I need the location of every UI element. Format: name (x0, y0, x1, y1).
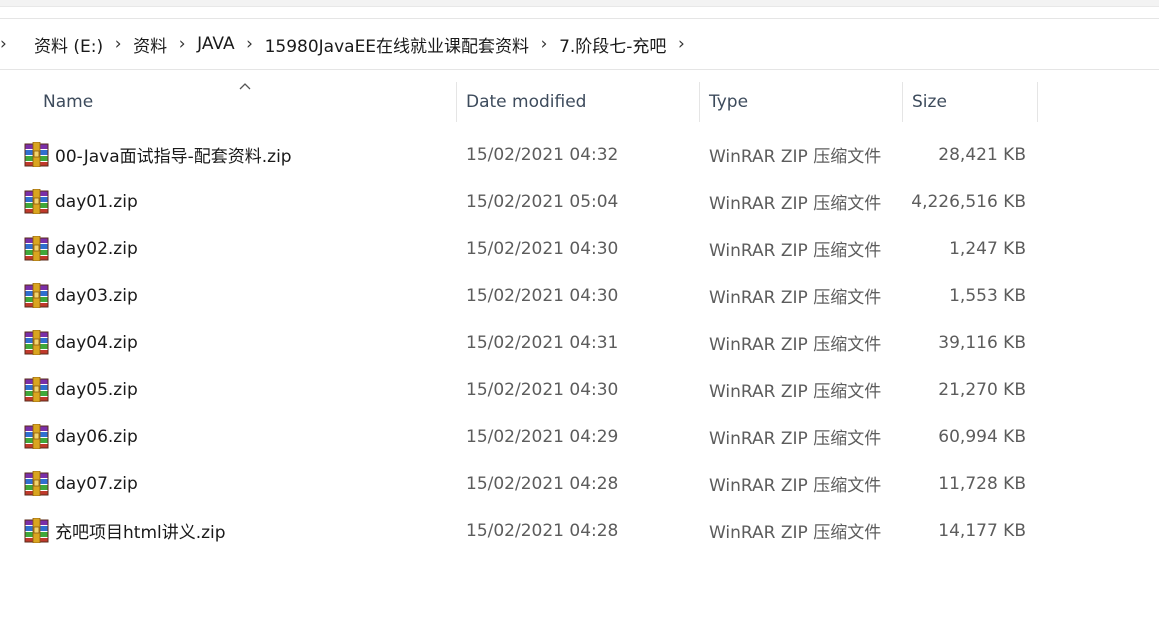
file-type: WinRAR ZIP 压缩文件 (709, 476, 882, 496)
file-size: 11,728 KB (938, 473, 1026, 494)
file-type: WinRAR ZIP 压缩文件 (709, 523, 882, 543)
file-name[interactable]: day04.zip (55, 319, 138, 366)
file-type: WinRAR ZIP 压缩文件 (709, 335, 882, 355)
file-name[interactable]: day06.zip (55, 413, 138, 460)
file-row[interactable]: day01.zip 15/02/2021 05:04 WinRAR ZIP 压缩… (0, 178, 1159, 225)
column-header-name-label: Name (43, 92, 94, 112)
file-row[interactable]: day06.zip 15/02/2021 04:29 WinRAR ZIP 压缩… (0, 413, 1159, 460)
file-date-modified: 15/02/2021 04:32 (466, 144, 619, 165)
file-type: WinRAR ZIP 压缩文件 (709, 382, 882, 402)
breadcrumb-item-drive[interactable]: 资料 (E:) (34, 32, 103, 57)
file-size: 39,116 KB (938, 332, 1026, 353)
winrar-zip-icon (24, 471, 49, 496)
file-list: 00-Java面试指导-配套资料.zip 15/02/2021 04:32 Wi… (0, 131, 1159, 554)
winrar-zip-icon (24, 236, 49, 261)
file-type: WinRAR ZIP 压缩文件 (709, 241, 882, 261)
column-divider[interactable] (1037, 82, 1038, 122)
file-row[interactable]: day04.zip 15/02/2021 04:31 WinRAR ZIP 压缩… (0, 319, 1159, 366)
file-row[interactable]: day07.zip 15/02/2021 04:28 WinRAR ZIP 压缩… (0, 460, 1159, 507)
file-date-modified: 15/02/2021 05:04 (466, 191, 619, 212)
column-header-type[interactable]: Type (709, 80, 899, 124)
file-size: 1,247 KB (949, 238, 1026, 259)
file-row[interactable]: day05.zip 15/02/2021 04:30 WinRAR ZIP 压缩… (0, 366, 1159, 413)
column-header-size-label: Size (912, 92, 947, 112)
file-date-modified: 15/02/2021 04:28 (466, 473, 619, 494)
file-size: 28,421 KB (938, 144, 1026, 165)
file-row[interactable]: 00-Java面试指导-配套资料.zip 15/02/2021 04:32 Wi… (0, 131, 1159, 178)
chevron-right-icon[interactable]: › (529, 34, 559, 54)
breadcrumb[interactable]: › 资料 (E:) › 资料 › JAVA › 15980JavaEE在线就业课… (0, 19, 1159, 70)
column-divider[interactable] (456, 82, 457, 122)
file-name[interactable]: 00-Java面试指导-配套资料.zip (55, 131, 292, 178)
file-type: WinRAR ZIP 压缩文件 (709, 429, 882, 449)
file-name[interactable]: day05.zip (55, 366, 138, 413)
file-size: 14,177 KB (938, 520, 1026, 541)
winrar-zip-icon (24, 518, 49, 543)
winrar-zip-icon (24, 283, 49, 308)
column-header-date[interactable]: Date modified (466, 80, 696, 124)
file-date-modified: 15/02/2021 04:29 (466, 426, 619, 447)
column-header-row: Name Date modified Type Size (0, 80, 1159, 124)
breadcrumb-item-folder[interactable]: 15980JavaEE在线就业课配套资料 (265, 32, 529, 57)
winrar-zip-icon (24, 377, 49, 402)
file-type: WinRAR ZIP 压缩文件 (709, 288, 882, 308)
file-row[interactable]: 充吧项目html讲义.zip 15/02/2021 04:28 WinRAR Z… (0, 507, 1159, 554)
window-top-strip (0, 0, 1159, 19)
file-date-modified: 15/02/2021 04:30 (466, 379, 619, 400)
file-row[interactable]: day03.zip 15/02/2021 04:30 WinRAR ZIP 压缩… (0, 272, 1159, 319)
winrar-zip-icon (24, 330, 49, 355)
file-name[interactable]: day03.zip (55, 272, 138, 319)
chevron-right-icon[interactable]: › (666, 34, 696, 54)
breadcrumb-item-folder[interactable]: JAVA (197, 34, 234, 54)
file-row[interactable]: day02.zip 15/02/2021 04:30 WinRAR ZIP 压缩… (0, 225, 1159, 272)
file-size: 60,994 KB (938, 426, 1026, 447)
file-name[interactable]: day07.zip (55, 460, 138, 507)
winrar-zip-icon (24, 189, 49, 214)
file-date-modified: 15/02/2021 04:30 (466, 238, 619, 259)
file-type: WinRAR ZIP 压缩文件 (709, 194, 882, 214)
chevron-right-icon[interactable]: › (167, 34, 197, 54)
file-size: 21,270 KB (938, 379, 1026, 400)
file-type: WinRAR ZIP 压缩文件 (709, 147, 882, 167)
winrar-zip-icon (24, 424, 49, 449)
chevron-right-icon[interactable]: › (103, 34, 133, 54)
file-name[interactable]: 充吧项目html讲义.zip (55, 507, 226, 554)
chevron-right-icon[interactable]: › (0, 34, 34, 54)
file-size: 4,226,516 KB (911, 191, 1026, 212)
file-date-modified: 15/02/2021 04:28 (466, 520, 619, 541)
column-header-name[interactable]: Name (43, 80, 453, 124)
file-date-modified: 15/02/2021 04:31 (466, 332, 619, 353)
column-divider[interactable] (902, 82, 903, 122)
column-header-type-label: Type (709, 92, 749, 112)
column-header-date-label: Date modified (466, 92, 587, 112)
file-name[interactable]: day02.zip (55, 225, 138, 272)
file-size: 1,553 KB (949, 285, 1026, 306)
file-name[interactable]: day01.zip (55, 178, 138, 225)
chevron-right-icon[interactable]: › (235, 34, 265, 54)
breadcrumb-item-folder[interactable]: 资料 (133, 32, 167, 57)
column-header-size[interactable]: Size (912, 80, 1032, 124)
breadcrumb-item-current[interactable]: 7.阶段七-充吧 (559, 32, 666, 57)
ribbon-edge (0, 0, 1159, 7)
winrar-zip-icon (24, 142, 49, 167)
file-date-modified: 15/02/2021 04:30 (466, 285, 619, 306)
column-divider[interactable] (699, 82, 700, 122)
